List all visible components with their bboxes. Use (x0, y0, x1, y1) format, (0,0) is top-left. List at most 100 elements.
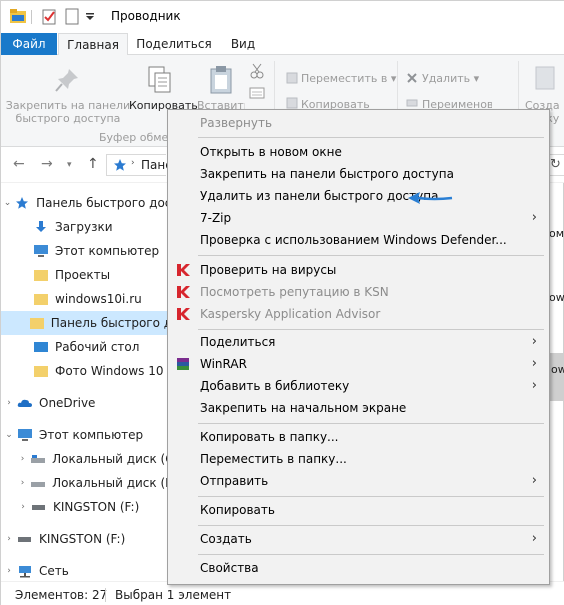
menu-item-defender-scan[interactable]: Проверка с использованием Windows Defend… (168, 229, 549, 251)
menu-item-label: Создать (200, 532, 252, 546)
nav-item-this-pc-quick[interactable]: Этот компьютер (1, 239, 171, 263)
items-count: Элементов: 27 (15, 588, 108, 602)
menu-item-label: Посмотреть репутацию в KSN (200, 285, 389, 299)
nav-item-downloads[interactable]: Загрузки (1, 215, 171, 239)
menu-item-add-to-library[interactable]: Добавить в библиотеку › (168, 375, 549, 397)
menu-item-label: Kaspersky Application Advisor (200, 307, 381, 321)
menu-item-move-to-folder[interactable]: Переместить в папку... (168, 448, 549, 470)
menu-item-properties[interactable]: Свойства (168, 557, 549, 579)
back-button[interactable]: ← (13, 156, 25, 172)
annotation-arrow-icon (408, 192, 453, 204)
copy-path-icon[interactable] (249, 87, 265, 99)
chevron-right-icon[interactable]: › (1, 534, 17, 544)
move-to-icon (286, 72, 298, 84)
computer-icon (18, 429, 32, 441)
up-button[interactable]: ↑ (87, 156, 99, 172)
context-menu: Развернуть Открыть в новом окне Закрепит… (167, 109, 550, 585)
nav-item-projects[interactable]: Проекты (1, 263, 171, 287)
tab-home[interactable]: Главная (58, 33, 128, 56)
nav-item-label: KINGSTON (F:) (39, 532, 126, 546)
nav-item-photos[interactable]: Фото Windows 10 (1, 359, 171, 383)
usb-icon (32, 505, 45, 510)
delete-button[interactable]: Удалить ▾ (422, 72, 492, 85)
menu-item-share[interactable]: Поделиться › (168, 331, 549, 353)
title-separator (31, 10, 32, 24)
submenu-arrow-icon: › (531, 378, 537, 393)
chevron-right-icon[interactable]: › (1, 566, 17, 576)
new-folder-quick-icon[interactable] (65, 8, 79, 25)
menu-item-unpin-quick-access[interactable]: Удалить из панели быстрого доступа (168, 185, 549, 207)
clipboard-group-label: Буфер обме (99, 131, 169, 144)
nav-item-label: Рабочий стол (55, 340, 140, 354)
chevron-right-icon[interactable]: › (1, 398, 17, 408)
menu-item-expand[interactable]: Развернуть (168, 112, 549, 134)
nav-item-this-pc[interactable]: ⌄ Этот компьютер (1, 423, 171, 447)
forward-button[interactable]: → (41, 156, 53, 172)
cut-icon[interactable] (250, 63, 264, 79)
menu-item-pin-quick-access[interactable]: Закрепить на панели быстрого доступа (168, 163, 549, 185)
chevron-down-icon[interactable]: ⌄ (1, 198, 14, 208)
folder-icon (29, 318, 44, 329)
recent-locations-dropdown[interactable]: ▾ (67, 160, 72, 170)
menu-item-open-new-window[interactable]: Открыть в новом окне (168, 141, 549, 163)
nav-item-drive-c[interactable]: › Локальный диск (C: (1, 447, 171, 471)
menu-separator (198, 496, 544, 497)
menu-item-label: Отправить (200, 474, 269, 488)
menu-separator (198, 525, 544, 526)
nav-item-drive-d[interactable]: › Локальный диск (D: (1, 471, 171, 495)
nav-item-windows10i[interactable]: windows10i.ru (1, 287, 171, 311)
desktop-icon (34, 342, 48, 352)
window-title: Проводник (111, 9, 181, 23)
address-input[interactable]: › Пане (106, 154, 173, 176)
kaspersky-icon (177, 308, 190, 320)
menu-item-winrar[interactable]: WinRAR › (168, 353, 549, 375)
properties-quick-icon[interactable] (41, 8, 57, 25)
explorer-window: Проводник Файл Главная Поделиться Вид За… (0, 0, 564, 605)
menu-item-ksn-reputation[interactable]: Посмотреть репутацию в KSN (168, 281, 549, 303)
menu-item-pin-start[interactable]: Закрепить на начальном экране (168, 397, 549, 419)
nav-item-onedrive[interactable]: › OneDrive (1, 391, 171, 415)
explorer-app-icon[interactable] (9, 8, 27, 24)
selected-file-fragment[interactable]: ows (550, 353, 564, 401)
copy-to-icon (286, 97, 298, 109)
menu-item-copy[interactable]: Копировать (168, 499, 549, 521)
nav-item-kingston[interactable]: › KINGSTON (F:) (1, 527, 171, 551)
menu-item-new[interactable]: Создать › (168, 528, 549, 550)
menu-separator (198, 423, 544, 424)
chevron-down-icon[interactable]: ⌄ (1, 430, 17, 440)
pin-quick-access-button[interactable]: Закрепить на панели быстрого доступа (5, 99, 131, 125)
nav-item-quick-access[interactable]: ⌄ Панель быстрого доступа (1, 191, 171, 215)
nav-item-desktop[interactable]: Рабочий стол (1, 335, 171, 359)
folder-icon (34, 270, 48, 281)
menu-item-send-to[interactable]: Отправить › (168, 470, 549, 492)
menu-separator (198, 329, 544, 330)
nav-item-label: Проекты (55, 268, 111, 282)
menu-item-label: Поделиться (200, 335, 276, 349)
menu-separator (198, 255, 544, 256)
menu-item-kaspersky-advisor[interactable]: Kaspersky Application Advisor (168, 303, 549, 325)
chevron-right-icon[interactable]: › (15, 454, 30, 464)
submenu-arrow-icon: › (531, 334, 537, 349)
nav-item-quick-access-folder[interactable]: Панель быстрого доступа (1, 311, 171, 335)
menu-item-7zip[interactable]: 7-Zip › (168, 207, 549, 229)
menu-item-kaspersky-scan[interactable]: Проверить на вирусы (168, 259, 549, 281)
customize-qat-dropdown-icon[interactable] (85, 13, 95, 21)
menu-item-label: Добавить в библиотеку (200, 379, 350, 393)
tab-share[interactable]: Поделиться (134, 33, 214, 55)
nav-item-kingston-pc[interactable]: › KINGSTON (F:) (1, 495, 171, 519)
tab-file[interactable]: Файл (1, 33, 57, 55)
drive-icon (31, 482, 46, 487)
navigation-pane: ⌄ Панель быстрого доступа Загрузки Этот … (1, 183, 171, 581)
nav-item-label: Локальный диск (D: (52, 476, 171, 490)
menu-item-label: WinRAR (200, 357, 247, 371)
rename-icon (406, 99, 418, 107)
drive-icon (31, 455, 46, 463)
menu-item-copy-to-folder[interactable]: Копировать в папку... (168, 426, 549, 448)
tab-view[interactable]: Вид (223, 33, 263, 55)
copy-icon (148, 66, 171, 93)
chevron-right-icon[interactable]: › (15, 502, 31, 512)
nav-item-label: Этот компьютер (55, 244, 160, 258)
move-to-button[interactable]: Переместить в ▾ (301, 72, 421, 85)
chevron-right-icon[interactable]: › (15, 478, 30, 488)
nav-item-network[interactable]: › Сеть (1, 559, 171, 583)
